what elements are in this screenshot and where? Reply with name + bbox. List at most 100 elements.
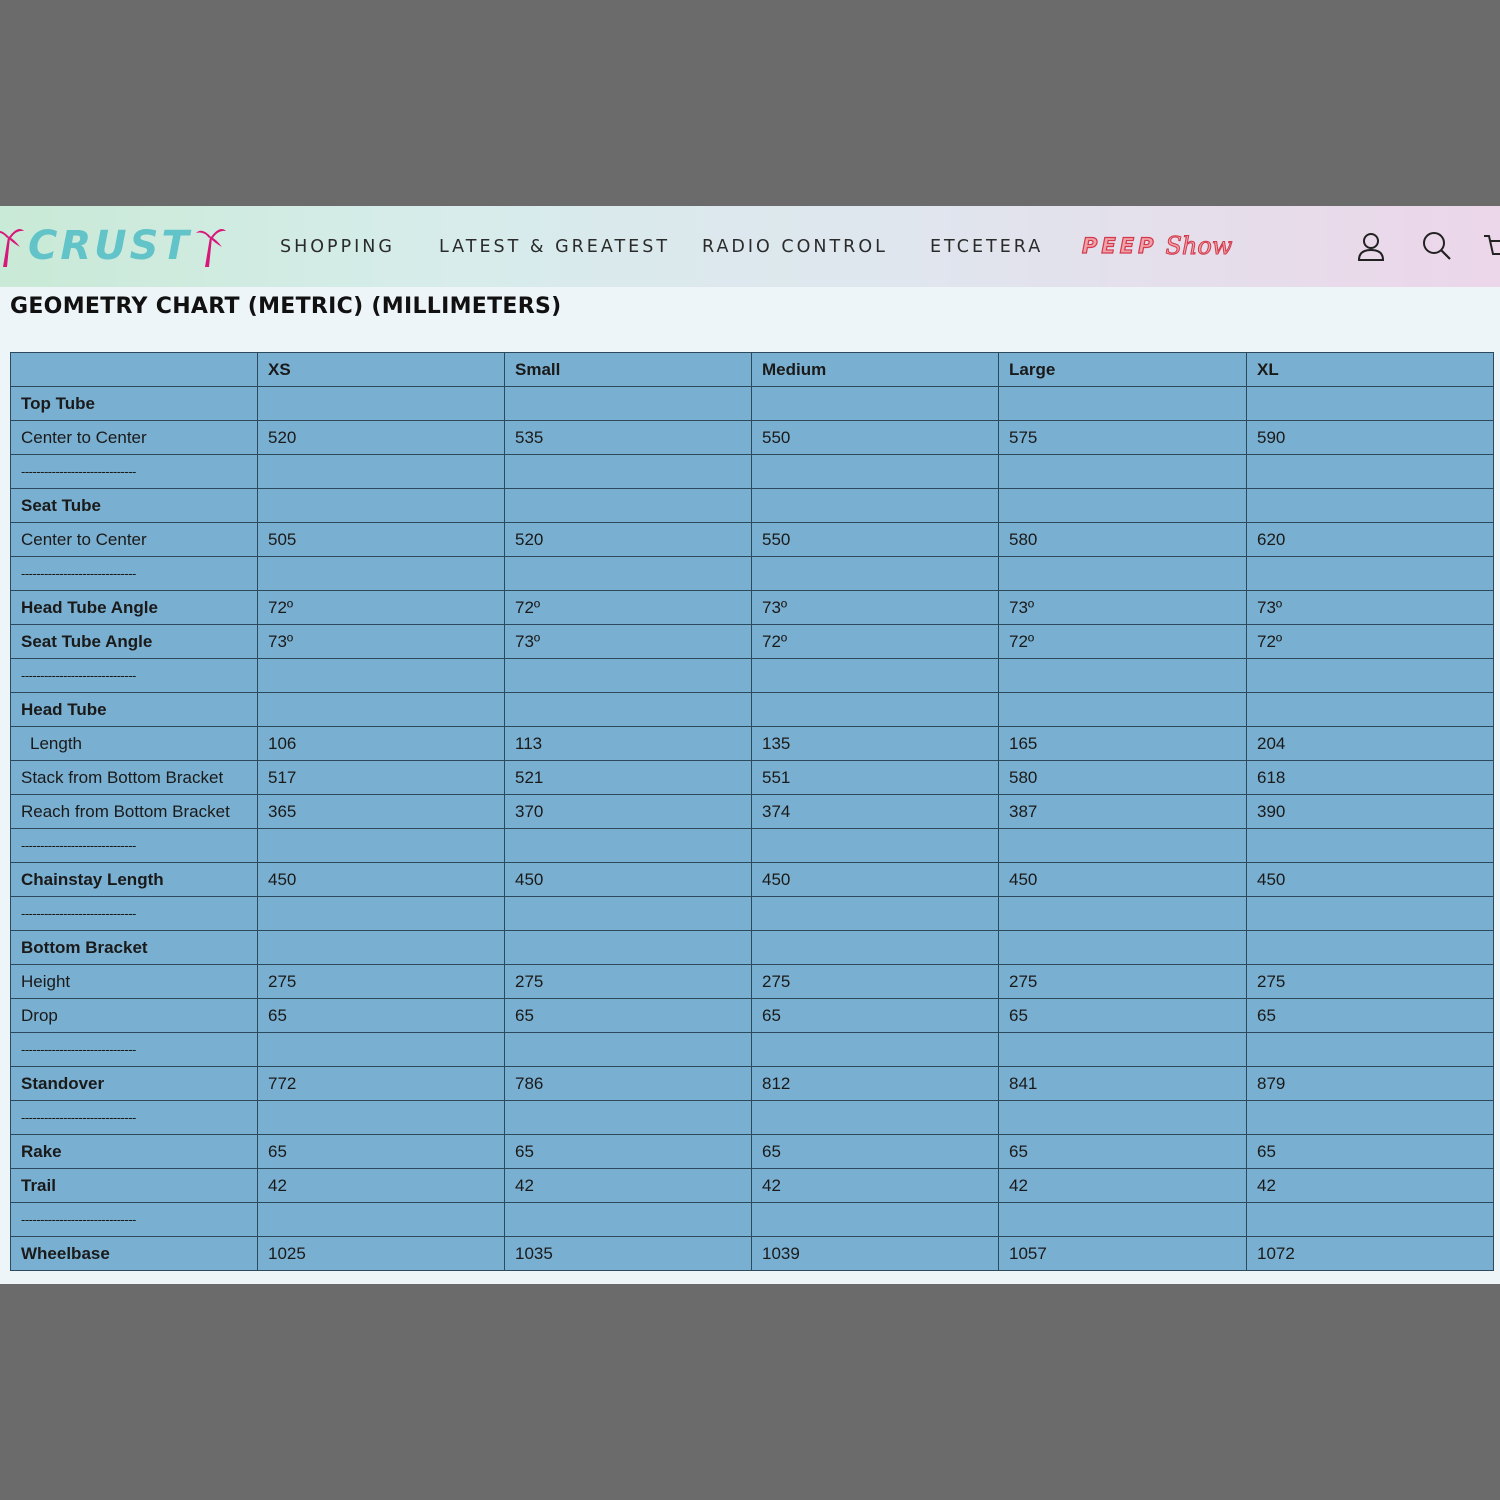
table-cell bbox=[1246, 828, 1494, 863]
row-label: Trail bbox=[10, 1168, 258, 1203]
table-cell: 72º bbox=[257, 590, 505, 625]
table-cell: 450 bbox=[257, 862, 505, 897]
table-row: ------------------------------ bbox=[10, 828, 1494, 863]
table-cell: 72º bbox=[504, 590, 752, 625]
row-label: Center to Center bbox=[10, 522, 258, 557]
row-label: Wheelbase bbox=[10, 1236, 258, 1271]
table-cell bbox=[504, 454, 752, 489]
row-separator: ------------------------------ bbox=[10, 1100, 258, 1135]
table-cell: 580 bbox=[998, 760, 1247, 795]
table-cell bbox=[751, 896, 999, 931]
table-cell: 841 bbox=[998, 1066, 1247, 1101]
logo-text: CRUST bbox=[28, 223, 192, 269]
user-icon[interactable] bbox=[1356, 230, 1386, 262]
table-cell: 535 bbox=[504, 420, 752, 455]
table-cell: 1025 bbox=[257, 1236, 505, 1271]
table-cell: 550 bbox=[751, 420, 999, 455]
table-cell bbox=[998, 386, 1247, 421]
cart-icon[interactable] bbox=[1484, 230, 1500, 264]
table-row: Height 275 275 275 275 275 bbox=[10, 964, 1494, 999]
column-header-blank bbox=[10, 352, 258, 387]
nav-latest-greatest[interactable]: LATEST & GREATEST bbox=[439, 206, 670, 287]
table-cell bbox=[1246, 454, 1494, 489]
table-cell bbox=[257, 556, 505, 591]
table-cell bbox=[257, 658, 505, 693]
table-cell: 65 bbox=[257, 998, 505, 1033]
table-cell bbox=[751, 454, 999, 489]
table-cell bbox=[998, 488, 1247, 523]
row-label: Center to Center bbox=[10, 420, 258, 455]
table-cell bbox=[257, 930, 505, 965]
table-cell: 521 bbox=[504, 760, 752, 795]
nav-radio-control[interactable]: RADIO CONTROL bbox=[702, 206, 888, 287]
table-cell bbox=[504, 1100, 752, 1135]
table-cell: 1057 bbox=[998, 1236, 1247, 1271]
table-row: Rake 65 65 65 65 65 bbox=[10, 1134, 1494, 1169]
table-cell: 450 bbox=[998, 862, 1247, 897]
table-cell: 786 bbox=[504, 1066, 752, 1101]
table-cell bbox=[1246, 386, 1494, 421]
table-cell: 618 bbox=[1246, 760, 1494, 795]
row-label: Seat Tube bbox=[10, 488, 258, 523]
table-cell bbox=[998, 692, 1247, 727]
table-row: Head Tube Angle 72º 72º 73º 73º 73º bbox=[10, 590, 1494, 625]
table-cell: 575 bbox=[998, 420, 1247, 455]
table-cell bbox=[1246, 1032, 1494, 1067]
nav-peep-show[interactable]: PEEP Show bbox=[1081, 226, 1233, 266]
table-row: Center to Center 520 535 550 575 590 bbox=[10, 420, 1494, 455]
table-cell bbox=[1246, 1202, 1494, 1237]
table-cell bbox=[257, 828, 505, 863]
row-separator: ------------------------------ bbox=[10, 828, 258, 863]
table-cell bbox=[504, 828, 752, 863]
table-row: Standover 772 786 812 841 879 bbox=[10, 1066, 1494, 1101]
table-cell bbox=[1246, 692, 1494, 727]
table-cell bbox=[504, 930, 752, 965]
table-cell: 365 bbox=[257, 794, 505, 829]
row-label: Chainstay Length bbox=[10, 862, 258, 897]
table-cell: 275 bbox=[751, 964, 999, 999]
table-cell: 65 bbox=[751, 998, 999, 1033]
table-cell: 551 bbox=[751, 760, 999, 795]
row-label: Reach from Bottom Bracket bbox=[10, 794, 258, 829]
table-cell bbox=[257, 896, 505, 931]
table-cell bbox=[998, 1202, 1247, 1237]
table-row: Chainstay Length 450 450 450 450 450 bbox=[10, 862, 1494, 897]
table-cell: 550 bbox=[751, 522, 999, 557]
table-cell: 65 bbox=[998, 998, 1247, 1033]
table-row: Head Tube bbox=[10, 692, 1494, 727]
table-row: Bottom Bracket bbox=[10, 930, 1494, 965]
table-cell: 520 bbox=[504, 522, 752, 557]
peep-show-part2: Show bbox=[1165, 232, 1233, 261]
table-cell bbox=[751, 1202, 999, 1237]
table-cell bbox=[751, 1032, 999, 1067]
nav-etcetera[interactable]: ETCETERA bbox=[930, 206, 1043, 287]
table-cell: 73º bbox=[998, 590, 1247, 625]
table-cell: 505 bbox=[257, 522, 505, 557]
table-row: Seat Tube bbox=[10, 488, 1494, 523]
table-row: Seat Tube Angle 73º 73º 72º 72º 72º bbox=[10, 624, 1494, 659]
table-cell bbox=[504, 386, 752, 421]
table-cell bbox=[998, 828, 1247, 863]
table-row: ------------------------------ bbox=[10, 556, 1494, 591]
search-icon[interactable] bbox=[1421, 230, 1453, 262]
table-cell: 1035 bbox=[504, 1236, 752, 1271]
table-cell bbox=[1246, 488, 1494, 523]
table-cell bbox=[998, 896, 1247, 931]
table-cell bbox=[1246, 658, 1494, 693]
table-row: ------------------------------ bbox=[10, 1032, 1494, 1067]
row-label: Bottom Bracket bbox=[10, 930, 258, 965]
table-cell: 812 bbox=[751, 1066, 999, 1101]
column-header-xs: XS bbox=[257, 352, 505, 387]
table-row: Wheelbase 1025 1035 1039 1057 1072 bbox=[10, 1236, 1494, 1271]
table-cell: 72º bbox=[1246, 624, 1494, 659]
site-logo[interactable]: CRUST bbox=[0, 220, 226, 272]
row-label: Length bbox=[10, 726, 258, 761]
nav-shopping[interactable]: SHOPPING bbox=[280, 206, 395, 287]
table-cell: 42 bbox=[257, 1168, 505, 1203]
row-label: Head Tube bbox=[10, 692, 258, 727]
table-cell: 65 bbox=[1246, 998, 1494, 1033]
table-cell bbox=[504, 658, 752, 693]
table-cell: 65 bbox=[504, 1134, 752, 1169]
row-label: Rake bbox=[10, 1134, 258, 1169]
table-cell bbox=[504, 692, 752, 727]
